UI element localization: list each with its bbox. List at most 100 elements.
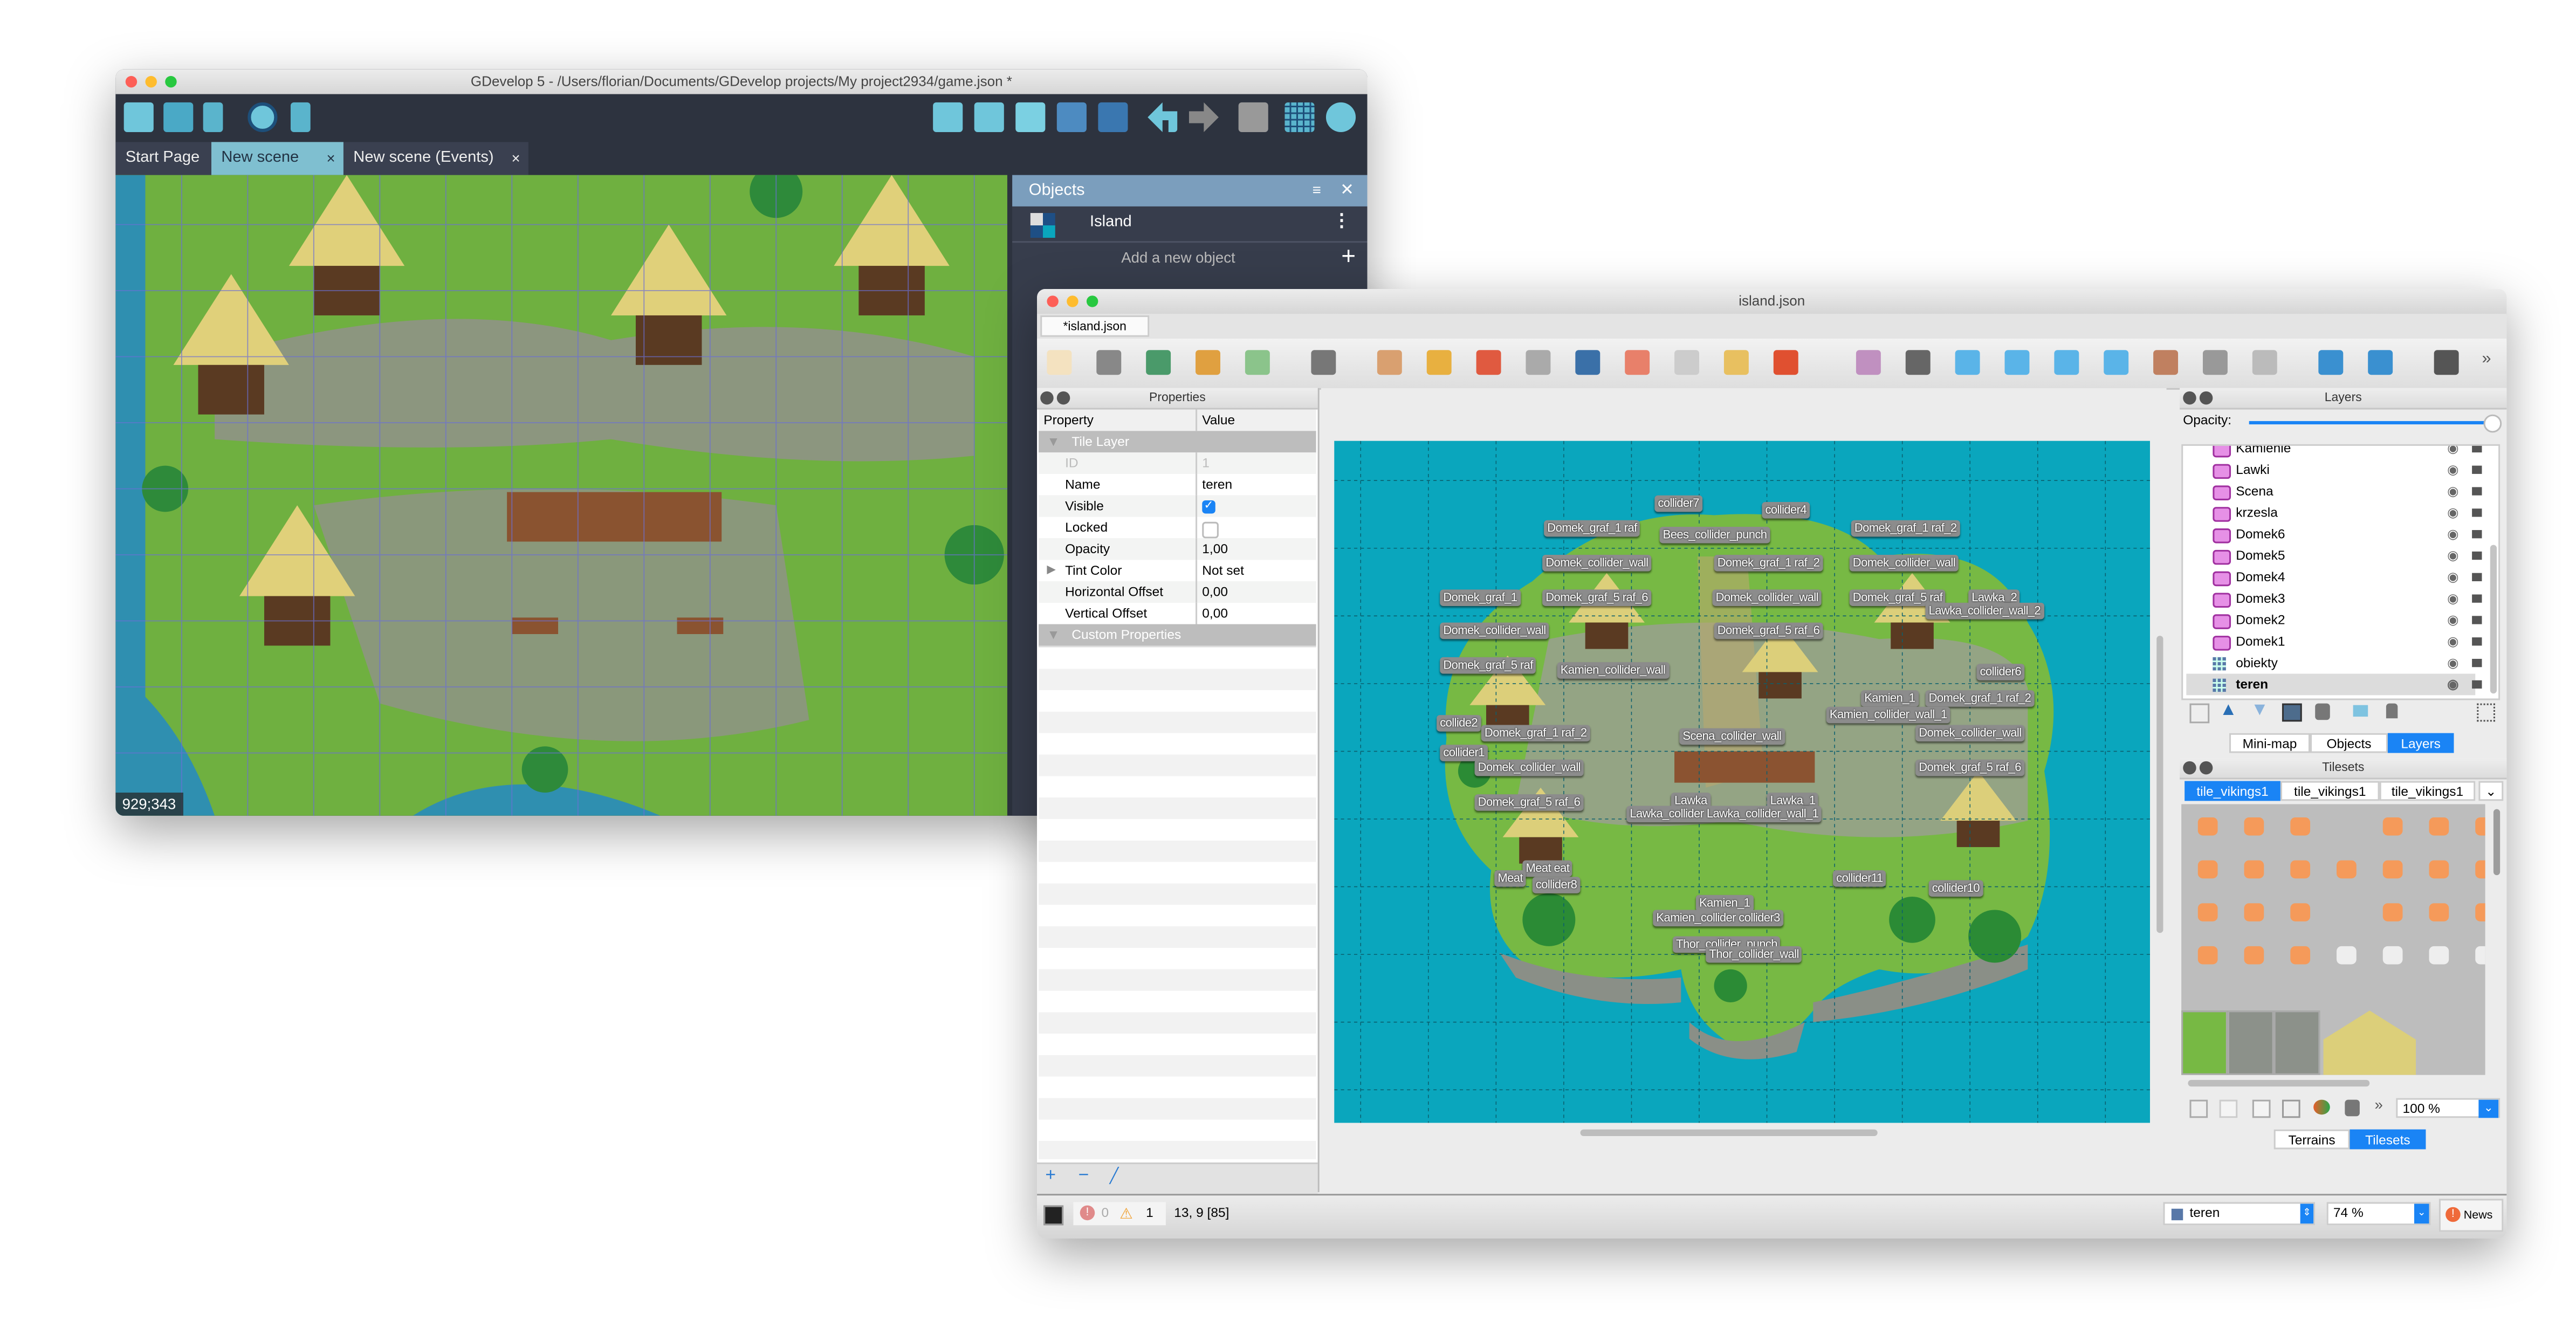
project-manager-icon[interactable]: [123, 102, 154, 132]
object-groups-icon[interactable]: [974, 102, 1004, 132]
tile-sprite[interactable]: [2429, 817, 2449, 836]
visible-checkbox[interactable]: ✓: [1202, 500, 1215, 514]
map-object-label[interactable]: Lawka_collider Lawka_collider_wall_1: [1626, 806, 1822, 823]
layer-item[interactable]: Domek4 ◉: [2186, 566, 2482, 588]
layer-item[interactable]: Lawki ◉: [2186, 459, 2482, 480]
unlock-icon[interactable]: [2472, 445, 2482, 453]
tile-sprite[interactable]: [2382, 946, 2403, 965]
float-panel-icon[interactable]: [2199, 391, 2213, 405]
property-row[interactable]: Locked: [1039, 517, 1316, 540]
unlock-icon[interactable]: [2472, 594, 2482, 603]
close-window-button[interactable]: [1047, 295, 1059, 307]
eye-icon[interactable]: ◉: [2447, 588, 2458, 609]
terrain-brush-icon[interactable]: [1426, 350, 1452, 375]
move-icon[interactable]: [2368, 350, 2393, 375]
object-item-island[interactable]: Island ⋮: [1012, 207, 1368, 243]
properties-icon[interactable]: [1015, 102, 1046, 132]
map-object-label[interactable]: Domek_graf_1 raf_2: [1714, 555, 1823, 572]
map-object-label[interactable]: Kamien_collider_wall_1: [1826, 706, 1950, 724]
console-icon[interactable]: [1043, 1205, 1064, 1226]
close-icon[interactable]: ✕: [1340, 175, 1354, 207]
layer-item[interactable]: Domek6 ◉: [2186, 524, 2482, 545]
eye-icon[interactable]: ◉: [2447, 631, 2458, 652]
tile-sprite[interactable]: [2197, 860, 2218, 879]
layer-item[interactable]: Scena ◉: [2186, 480, 2482, 502]
instances-list-icon[interactable]: [1056, 102, 1087, 132]
map-object-label[interactable]: collider8: [1532, 877, 1581, 893]
random-mode-icon[interactable]: [1311, 350, 1336, 375]
map-object-label[interactable]: Lawka_collider_wall_2: [1925, 602, 2044, 620]
layer-item[interactable]: krzesla ◉: [2186, 502, 2482, 524]
terrain-tile[interactable]: [2273, 1010, 2320, 1075]
undo-icon[interactable]: [1148, 102, 1178, 132]
map-object-label[interactable]: Domek_graf_5 raf_6: [1915, 759, 2025, 776]
property-row[interactable]: Opacity 1,00: [1039, 538, 1316, 562]
layer-item[interactable]: Kamienie ◉: [2186, 445, 2482, 459]
unlock-icon[interactable]: [2472, 658, 2482, 668]
unlock-icon[interactable]: [2472, 680, 2482, 689]
map-object-label[interactable]: Meat eat: [1522, 860, 1573, 877]
close-window-button[interactable]: [125, 75, 138, 88]
tab-tilesets[interactable]: Tilesets: [2350, 1129, 2426, 1150]
vertical-scrollbar[interactable]: [2156, 636, 2163, 933]
group-custom-properties[interactable]: ▼ Custom Properties: [1039, 624, 1316, 648]
map-canvas[interactable]: collider7 collider4 Domek_graf_1 raf Bees_c…: [1334, 441, 2150, 1123]
layers-icon[interactable]: [1098, 102, 1128, 132]
add-object-button[interactable]: Add a new object +: [1012, 243, 1367, 276]
image-object-icon[interactable]: [1856, 350, 1881, 375]
map-object-label[interactable]: Domek_collider_wall: [1915, 725, 2025, 742]
polygon-object-icon[interactable]: [2104, 350, 2129, 375]
map-object-label[interactable]: Kamien_1: [1695, 895, 1754, 912]
eye-icon[interactable]: ◉: [2447, 502, 2458, 524]
minimize-window-button[interactable]: [1067, 295, 1079, 307]
hut-roof-tile[interactable]: [2323, 1010, 2416, 1075]
unlock-icon[interactable]: [2472, 637, 2482, 646]
map-object-label[interactable]: Domek_graf_1 raf_2: [1851, 520, 1960, 537]
maximize-window-button[interactable]: [165, 75, 177, 88]
eye-icon[interactable]: ◉: [2447, 674, 2458, 696]
eye-icon[interactable]: ◉: [2447, 609, 2458, 631]
zoom-icon[interactable]: [1325, 102, 1356, 132]
remove-property-icon[interactable]: −: [1079, 1166, 1089, 1186]
wang-brush-icon[interactable]: [1476, 350, 1501, 375]
tile-sprite[interactable]: [2475, 860, 2485, 879]
tile-sprite[interactable]: [2290, 946, 2311, 965]
tab-island-json[interactable]: *island.json: [1040, 315, 1150, 337]
tile-sprite[interactable]: [2197, 903, 2218, 921]
map-object-label[interactable]: Domek_graf_1: [1440, 589, 1521, 606]
map-object-label[interactable]: Domek_collider_wall: [1542, 555, 1652, 572]
rectangle-object-icon[interactable]: [1955, 350, 1980, 375]
close-panel-icon[interactable]: [1040, 391, 1054, 405]
eraser-icon[interactable]: [1625, 350, 1650, 375]
map-object-label[interactable]: collider6: [1976, 664, 2025, 680]
undo-icon[interactable]: [1196, 350, 1220, 375]
layers-scrollbar[interactable]: [2490, 545, 2497, 694]
float-panel-icon[interactable]: [2199, 761, 2213, 775]
opacity-slider-handle[interactable]: [2483, 414, 2502, 433]
property-value[interactable]: 1,00: [1202, 538, 1228, 560]
tileset-view[interactable]: [2181, 804, 2485, 1075]
tile-sprite[interactable]: [2244, 903, 2264, 921]
redo-icon[interactable]: [1245, 350, 1270, 375]
stamp-brush-icon[interactable]: [1377, 350, 1402, 375]
raise-layer-icon[interactable]: ▲: [2220, 700, 2237, 720]
scene-icon[interactable]: [163, 102, 194, 132]
eye-icon[interactable]: ◉: [2447, 459, 2458, 480]
close-tab-icon[interactable]: ×: [327, 142, 335, 175]
object-icon[interactable]: [933, 102, 963, 132]
tileset-zoom-select[interactable]: 100 % ⌄: [2396, 1098, 2501, 1118]
toggle-other-layers-icon[interactable]: [2353, 705, 2368, 717]
tile-sprite[interactable]: [2337, 946, 2357, 965]
dice-icon[interactable]: [2434, 350, 2459, 375]
unlock-icon[interactable]: [2472, 551, 2482, 560]
property-row[interactable]: ▶ Tint Color Not set: [1039, 560, 1316, 583]
map-object-label[interactable]: Domek_graf_1 raf_2: [1481, 725, 1590, 742]
tileset-hscrollbar[interactable]: [2188, 1079, 2370, 1087]
map-object-label[interactable]: Domek_collider_wall: [1849, 555, 1959, 572]
eye-icon[interactable]: ◉: [2447, 545, 2458, 567]
float-panel-icon[interactable]: [1056, 391, 1070, 405]
property-value[interactable]: 0,00: [1202, 581, 1228, 603]
layer-item[interactable]: Domek3 ◉: [2186, 588, 2482, 609]
layer-item[interactable]: teren ◉: [2186, 673, 2482, 696]
scene-canvas[interactable]: 929;343: [115, 175, 1007, 816]
